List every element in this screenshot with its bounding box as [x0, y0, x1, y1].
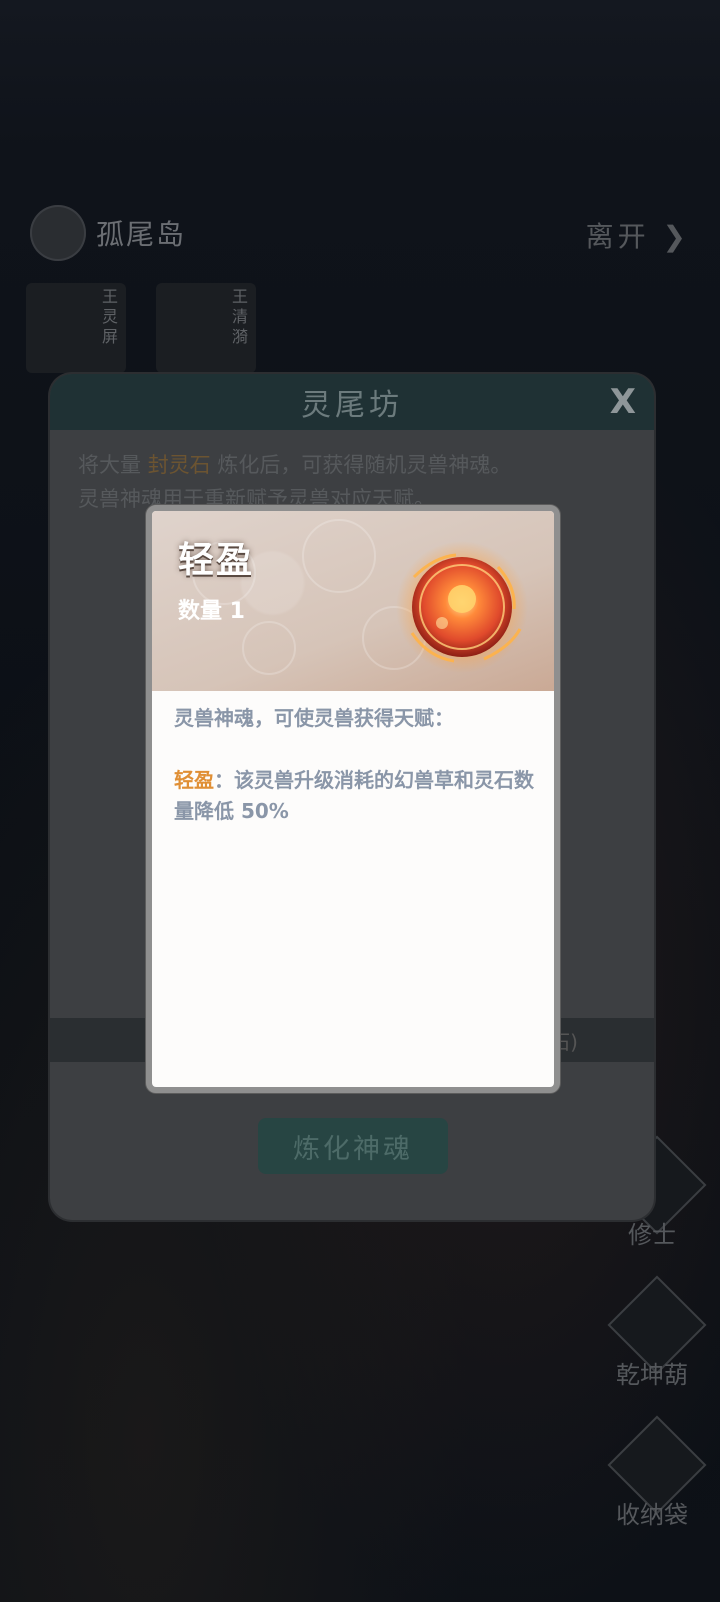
- leave-button[interactable]: 离开 ❯: [586, 215, 690, 255]
- talent-name: 轻盈: [174, 768, 214, 792]
- popup-body: 灵兽神魂，可使灵兽获得天赋： 轻盈：该灵兽升级消耗的幻兽草和灵石数量降低 50%: [174, 703, 538, 827]
- swirl-decoration: [242, 621, 296, 675]
- dialog-title: 灵尾坊: [301, 388, 403, 423]
- item-name: 轻盈: [178, 540, 255, 581]
- island-avatar: [30, 205, 86, 261]
- desc-suffix: 炼化后，可获得随机灵兽神魂。: [217, 453, 512, 477]
- desc-prefix: 将大量: [78, 453, 141, 477]
- side-button-label: 乾坤葫: [616, 1361, 688, 1389]
- portrait-list: 王灵屏 王清漪: [26, 283, 256, 373]
- side-button-label: 修士: [628, 1221, 676, 1249]
- chevron-right-icon: ❯: [662, 220, 690, 253]
- side-button-gourd[interactable]: 乾坤葫: [602, 1275, 707, 1390]
- side-button-label: 收纳袋: [616, 1501, 688, 1529]
- talent-text: ：该灵兽升级消耗的幻兽草和灵石数量降低 50%: [174, 768, 534, 823]
- island-name: 孤尾岛: [96, 218, 187, 251]
- dialog-desc-line1: 将大量 封灵石 炼化后，可获得随机灵兽神魂。: [78, 448, 626, 482]
- beast-soul-orb-icon: [396, 541, 528, 673]
- portrait-tag: 王灵屏: [102, 287, 119, 346]
- portrait-tag: 王清漪: [232, 287, 249, 346]
- popup-header: 轻盈 数量 1: [152, 511, 554, 691]
- talent-description: 轻盈：该灵兽升级消耗的幻兽草和灵石数量降低 50%: [174, 765, 538, 827]
- item-description: 灵兽神魂，可使灵兽获得天赋：: [174, 706, 454, 730]
- swirl-decoration: [302, 519, 376, 593]
- leave-label: 离开: [585, 220, 650, 253]
- desc-highlight: 封灵石: [147, 453, 211, 477]
- island-header: 孤尾岛: [30, 205, 186, 261]
- top-area: [0, 0, 720, 150]
- item-quantity: 数量 1: [178, 599, 245, 624]
- dialog-header: 灵尾坊 X: [50, 374, 654, 430]
- portrait-card[interactable]: 王清漪: [156, 283, 256, 373]
- portrait-card[interactable]: 王灵屏: [26, 283, 126, 373]
- refine-soul-button[interactable]: 炼化神魂: [258, 1118, 448, 1174]
- dialog-description: 将大量 封灵石 炼化后，可获得随机灵兽神魂。 灵兽神魂用于重新赋予灵兽对应天赋。: [50, 430, 654, 516]
- side-button-bag[interactable]: 收纳袋: [602, 1415, 707, 1530]
- close-icon[interactable]: X: [610, 382, 636, 422]
- item-detail-popup[interactable]: 轻盈 数量 1 灵兽神魂，可使灵兽获得天赋： 轻盈：该灵兽升级消耗的幻兽草和灵石…: [146, 505, 560, 1093]
